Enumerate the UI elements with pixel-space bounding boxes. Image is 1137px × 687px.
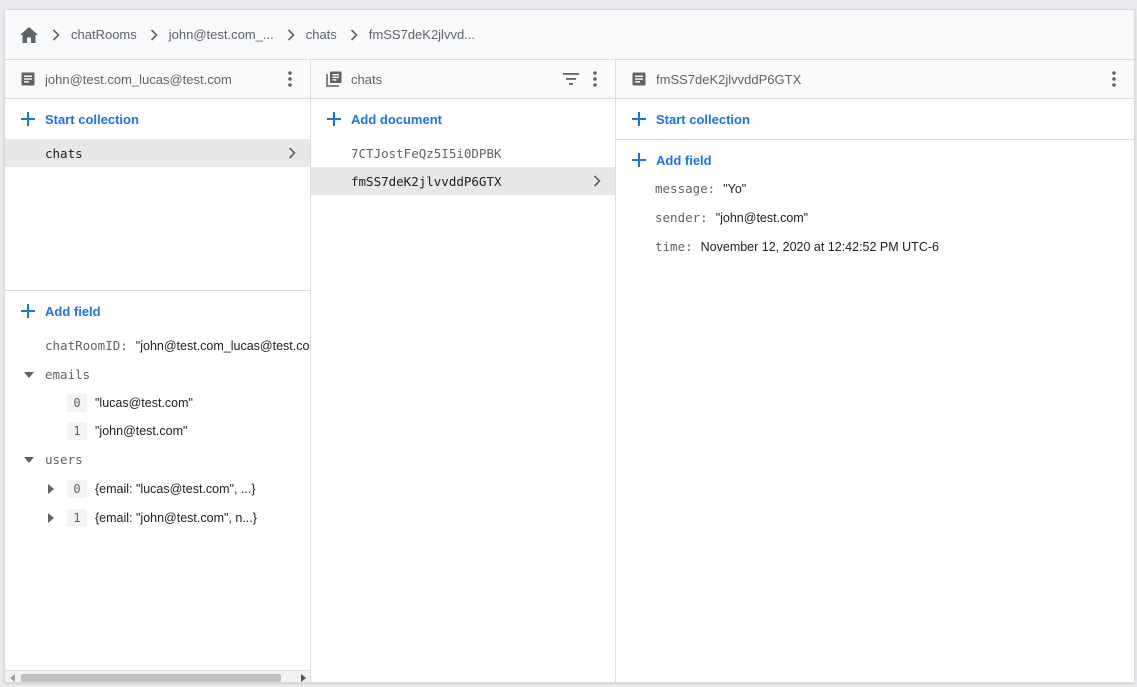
firestore-data-viewer: chatRooms john@test.com_... chats fmSS7d… — [4, 9, 1135, 683]
panel-title: chats — [351, 71, 383, 87]
add-document-button[interactable]: Add document — [311, 99, 615, 139]
field-key: sender: — [655, 210, 708, 225]
field-key: chatRoomID: — [45, 338, 128, 353]
document-id: 7CTJostFeQz5I5i0DPBK — [351, 145, 502, 161]
document-panel: fmSS7deK2jlvvddP6GTX Start collection Ad… — [616, 60, 1134, 682]
breadcrumb-item-chatroom-doc[interactable]: john@test.com_... — [169, 27, 274, 42]
field-sender[interactable]: sender: "john@test.com" — [616, 203, 1134, 232]
collection-icon — [325, 70, 343, 88]
panel-title: fmSS7deK2jlvvddP6GTX — [656, 71, 802, 87]
field-key: users — [45, 452, 83, 467]
home-icon[interactable] — [19, 25, 39, 45]
chevron-right-icon — [589, 175, 605, 187]
breadcrumb-item-chatrooms[interactable]: chatRooms — [71, 27, 137, 42]
more-vert-icon[interactable] — [585, 67, 605, 91]
array-index: 0 — [67, 394, 87, 412]
array-index: 1 — [67, 422, 87, 440]
plus-icon — [630, 151, 648, 169]
add-field-label: Add field — [45, 303, 101, 319]
caret-right-icon[interactable] — [43, 481, 59, 497]
chevron-right-icon — [280, 28, 302, 41]
document-icon — [630, 70, 648, 88]
start-collection-label: Start collection — [656, 111, 750, 127]
field-key: emails — [45, 367, 91, 382]
scrollbar-thumb[interactable] — [21, 673, 281, 682]
field-value: "john@test.com_lucas@test.co — [135, 338, 310, 353]
caret-down-icon[interactable] — [21, 452, 37, 468]
array-index: 0 — [67, 479, 87, 498]
document-icon — [19, 70, 37, 88]
add-document-label: Add document — [351, 111, 442, 127]
more-vert-icon[interactable] — [280, 67, 300, 91]
field-chatroomid[interactable]: chatRoomID: "john@test.com_lucas@test.co — [5, 331, 310, 360]
array-index: 1 — [67, 508, 87, 527]
horizontal-scrollbar[interactable] — [5, 670, 310, 683]
caret-down-icon[interactable] — [21, 367, 37, 383]
start-collection-button[interactable]: Start collection — [616, 99, 1134, 139]
collection-label: chats — [45, 145, 83, 161]
field-value: "john@test.com" — [95, 424, 188, 438]
plus-icon — [630, 110, 648, 128]
breadcrumb-item-chats[interactable]: chats — [306, 27, 337, 42]
array-item[interactable]: 1 {email: "john@test.com", n...} — [5, 503, 310, 532]
field-value: "john@test.com" — [715, 210, 809, 225]
scrollbar-track[interactable] — [19, 671, 296, 683]
chevron-right-icon — [343, 28, 365, 41]
filter-icon[interactable] — [559, 67, 583, 91]
field-value: {email: "lucas@test.com", ...} — [95, 481, 256, 496]
add-field-label: Add field — [656, 152, 712, 168]
scroll-left-icon[interactable] — [5, 671, 19, 683]
chevron-right-icon — [143, 28, 165, 41]
plus-icon — [325, 110, 343, 128]
scroll-right-icon[interactable] — [296, 671, 310, 683]
document-id: fmSS7deK2jlvvddP6GTX — [351, 173, 502, 189]
collection-panel: chats Add document 7CTJostFeQz5I5i0DPBK … — [311, 60, 616, 682]
collection-row-chats[interactable]: chats — [5, 139, 310, 167]
field-value: "Yo" — [723, 181, 747, 196]
add-field-button[interactable]: Add field — [5, 291, 310, 331]
chevron-right-icon — [45, 28, 67, 41]
field-users[interactable]: users — [5, 445, 310, 474]
field-value: November 12, 2020 at 12:42:52 PM UTC-6 — [700, 239, 939, 254]
plus-icon — [19, 302, 37, 320]
panel-header: chats — [311, 60, 615, 99]
field-emails[interactable]: emails — [5, 360, 310, 389]
panel-header: fmSS7deK2jlvvddP6GTX — [616, 60, 1134, 99]
plus-icon — [19, 110, 37, 128]
breadcrumb-item-chat-doc[interactable]: fmSS7deK2jlvvd... — [369, 27, 475, 42]
field-key: message: — [655, 181, 716, 196]
panel-header: john@test.com_lucas@test.com — [5, 60, 310, 99]
caret-right-icon[interactable] — [43, 510, 59, 526]
root-document-panel: john@test.com_lucas@test.com Start colle… — [5, 60, 311, 683]
panel-title: john@test.com_lucas@test.com — [45, 71, 232, 87]
array-item[interactable]: 0 {email: "lucas@test.com", ...} — [5, 474, 310, 503]
array-item[interactable]: 1 "john@test.com" — [5, 417, 310, 445]
document-row[interactable]: 7CTJostFeQz5I5i0DPBK — [311, 139, 615, 167]
field-value: "lucas@test.com" — [95, 396, 193, 410]
breadcrumb: chatRooms john@test.com_... chats fmSS7d… — [5, 10, 1134, 60]
field-time[interactable]: time: November 12, 2020 at 12:42:52 PM U… — [616, 232, 1134, 261]
document-row-selected[interactable]: fmSS7deK2jlvvddP6GTX — [311, 167, 615, 195]
field-key: time: — [655, 239, 693, 254]
more-vert-icon[interactable] — [1104, 67, 1124, 91]
array-item[interactable]: 0 "lucas@test.com" — [5, 389, 310, 417]
start-collection-button[interactable]: Start collection — [5, 99, 310, 139]
chevron-right-icon — [284, 147, 300, 159]
start-collection-label: Start collection — [45, 111, 139, 127]
field-message[interactable]: message: "Yo" — [616, 174, 1134, 203]
field-value: {email: "john@test.com", n...} — [95, 510, 257, 525]
panels: john@test.com_lucas@test.com Start colle… — [5, 60, 1134, 683]
